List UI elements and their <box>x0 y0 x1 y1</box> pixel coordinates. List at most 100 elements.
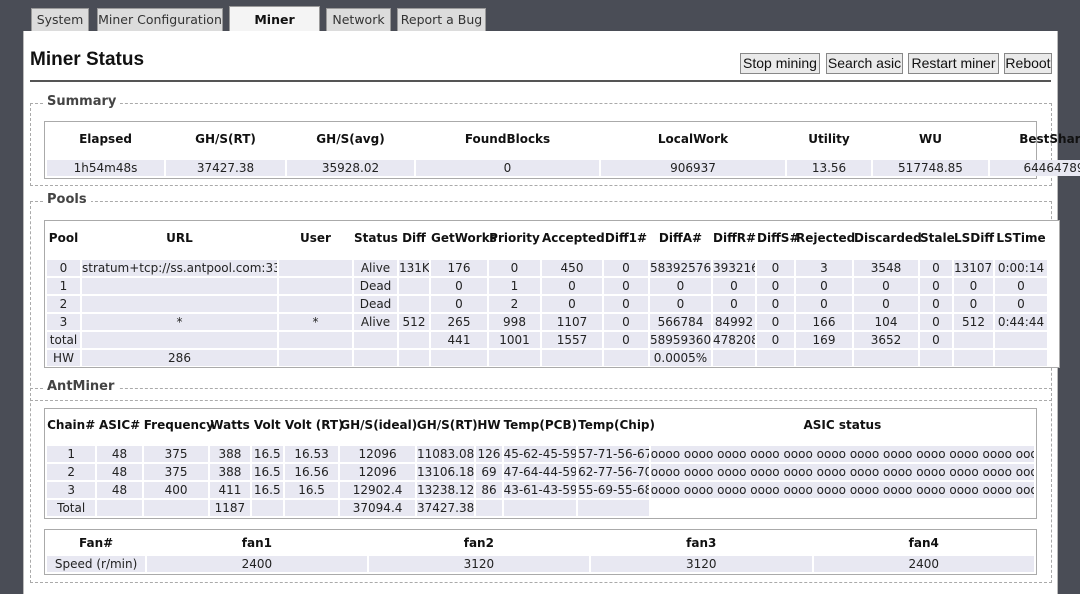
antminer-header: Volt (RT) <box>284 418 344 432</box>
summary-header: WU <box>919 132 942 146</box>
pool-cell: 0 <box>920 296 952 312</box>
chain-cell: 69 <box>476 464 502 480</box>
antminer-header: Watts <box>210 418 250 432</box>
fans-header: Fan# <box>78 536 114 550</box>
table-row: Total 1187 37094.4 37427.38 <box>47 500 1034 516</box>
fans-header: fan4 <box>908 536 939 550</box>
pools-header: Diff1# <box>604 231 648 245</box>
pool-cell: 0 <box>954 296 993 312</box>
pool-cell: Dead <box>354 278 397 294</box>
tab-miner-status[interactable]: Miner Status <box>229 6 320 53</box>
pools-header: Diff <box>402 231 426 245</box>
table-row: 2 Dead 0 2 0 0 0 0 0 0 0 0 0 0 <box>47 296 1047 312</box>
chain-cell: 388 <box>210 446 250 462</box>
tab-network[interactable]: Network <box>326 8 391 31</box>
pool-cell: Dead <box>354 296 397 312</box>
pool-cell <box>995 332 1047 348</box>
stop-mining-button[interactable]: Stop mining <box>740 53 820 74</box>
summary-cell: 64464789 <box>990 160 1080 176</box>
pool-cell: 166 <box>796 314 852 330</box>
pool-cell: Alive <box>354 260 397 276</box>
tab-bar: System Miner Configuration Miner Status … <box>0 0 1080 53</box>
chain-cell: 12096 <box>340 464 415 480</box>
antminer-header: Volt <box>253 418 281 432</box>
hw-percent: 0.0005% <box>650 350 711 366</box>
chain-cell: 48 <box>97 482 142 498</box>
chain-cell: 43-61-43-59 <box>503 482 577 498</box>
pools-header: Rejected <box>796 231 856 245</box>
pools-header: Priority <box>489 231 540 245</box>
restart-miner-button[interactable]: Restart miner <box>908 53 999 74</box>
chain-cell: 375 <box>143 446 209 462</box>
pool-cell: 450 <box>542 260 602 276</box>
pool-cell: 478208 <box>713 332 755 348</box>
hw-label: HW <box>47 350 80 366</box>
table-row: total 441 1001 1557 0 58959360 478208 0 … <box>47 332 1047 348</box>
antminer-frame: Chain# ASIC# Frequency Watts Volt Volt (… <box>44 408 1037 519</box>
pool-cell: 0 <box>650 278 711 294</box>
chain-cell: 2 <box>47 464 96 480</box>
pool-cell: 1 <box>47 278 80 294</box>
tab-report-bug[interactable]: Report a Bug <box>397 8 486 31</box>
summary-cell: 13.56 <box>787 160 871 176</box>
pool-cell: 2 <box>47 296 80 312</box>
antminer-header: HW <box>477 418 501 432</box>
pool-cell <box>954 332 993 348</box>
total-watts: 1187 <box>210 500 250 516</box>
pool-cell: 0 <box>757 332 794 348</box>
tab-system[interactable]: System <box>31 8 89 31</box>
pool-cell: 3 <box>796 260 852 276</box>
chain-cell: 55-69-55-68 <box>578 482 649 498</box>
total-ideal: 37094.4 <box>340 500 415 516</box>
pool-cell: 998 <box>489 314 540 330</box>
summary-cell: 906937 <box>601 160 785 176</box>
pool-cell: 0 <box>954 278 993 294</box>
pool-cell: 0 <box>796 278 852 294</box>
pool-cell: 0 <box>920 314 952 330</box>
fans-frame: Fan# fan1 fan2 fan3 fan4 Speed (r/min) 2… <box>44 529 1037 575</box>
chain-cell: 12902.4 <box>340 482 415 498</box>
pool-cell: 3652 <box>854 332 918 348</box>
chain-cell: 86 <box>476 482 502 498</box>
chain-cell: 16.5 <box>251 446 283 462</box>
table-row: 3 * * Alive 512 265 998 1107 0 566784 84… <box>47 314 1047 330</box>
pool-cell: 58392576 <box>650 260 711 276</box>
pool-cell: 265 <box>431 314 487 330</box>
pool-cell <box>279 332 352 348</box>
pool-cell: 0 <box>713 278 755 294</box>
pool-cell <box>279 260 352 276</box>
total-label: Total <box>47 500 96 516</box>
summary-cell: 35928.02 <box>287 160 414 176</box>
pool-cell <box>279 278 352 294</box>
summary-cell: 37427.38 <box>166 160 285 176</box>
search-asic-button[interactable]: Search asic <box>826 53 903 74</box>
pool-cell: 3548 <box>854 260 918 276</box>
pool-cell: 0 <box>604 278 648 294</box>
antminer-header: Frequency <box>143 418 214 432</box>
chain-cell: 13238.12 <box>416 482 475 498</box>
pool-cell <box>399 332 429 348</box>
pools-header: Stale <box>920 231 955 245</box>
pool-cell: total <box>47 332 80 348</box>
fans-header: fan1 <box>241 536 273 550</box>
chain-cell: 11083.08 <box>416 446 475 462</box>
pool-cell: 1001 <box>489 332 540 348</box>
pool-cell: 0:00:14 <box>995 260 1047 276</box>
chain-cell: 48 <box>97 464 142 480</box>
pools-header: DiffA# <box>658 231 703 245</box>
pool-cell: 58959360 <box>650 332 711 348</box>
pool-cell: 0 <box>47 260 80 276</box>
pools-frame: Pool URL User Status Diff GetWorks Prior… <box>44 220 1060 368</box>
pool-cell: Alive <box>354 314 397 330</box>
fans-table: Fan# fan1 fan2 fan3 fan4 Speed (r/min) 2… <box>45 530 1036 574</box>
pool-cell: 0 <box>757 260 794 276</box>
pool-cell: 512 <box>399 314 429 330</box>
pool-cell: 0 <box>431 296 487 312</box>
pool-cell: 0 <box>431 278 487 294</box>
pool-cell: 0 <box>604 332 648 348</box>
chain-cell: 1 <box>47 446 96 462</box>
antminer-header: ASIC status <box>803 418 882 432</box>
tab-miner-configuration[interactable]: Miner Configuration <box>97 8 223 31</box>
pool-cell: 0:44:44 <box>995 314 1047 330</box>
reboot-button[interactable]: Reboot <box>1004 53 1052 74</box>
